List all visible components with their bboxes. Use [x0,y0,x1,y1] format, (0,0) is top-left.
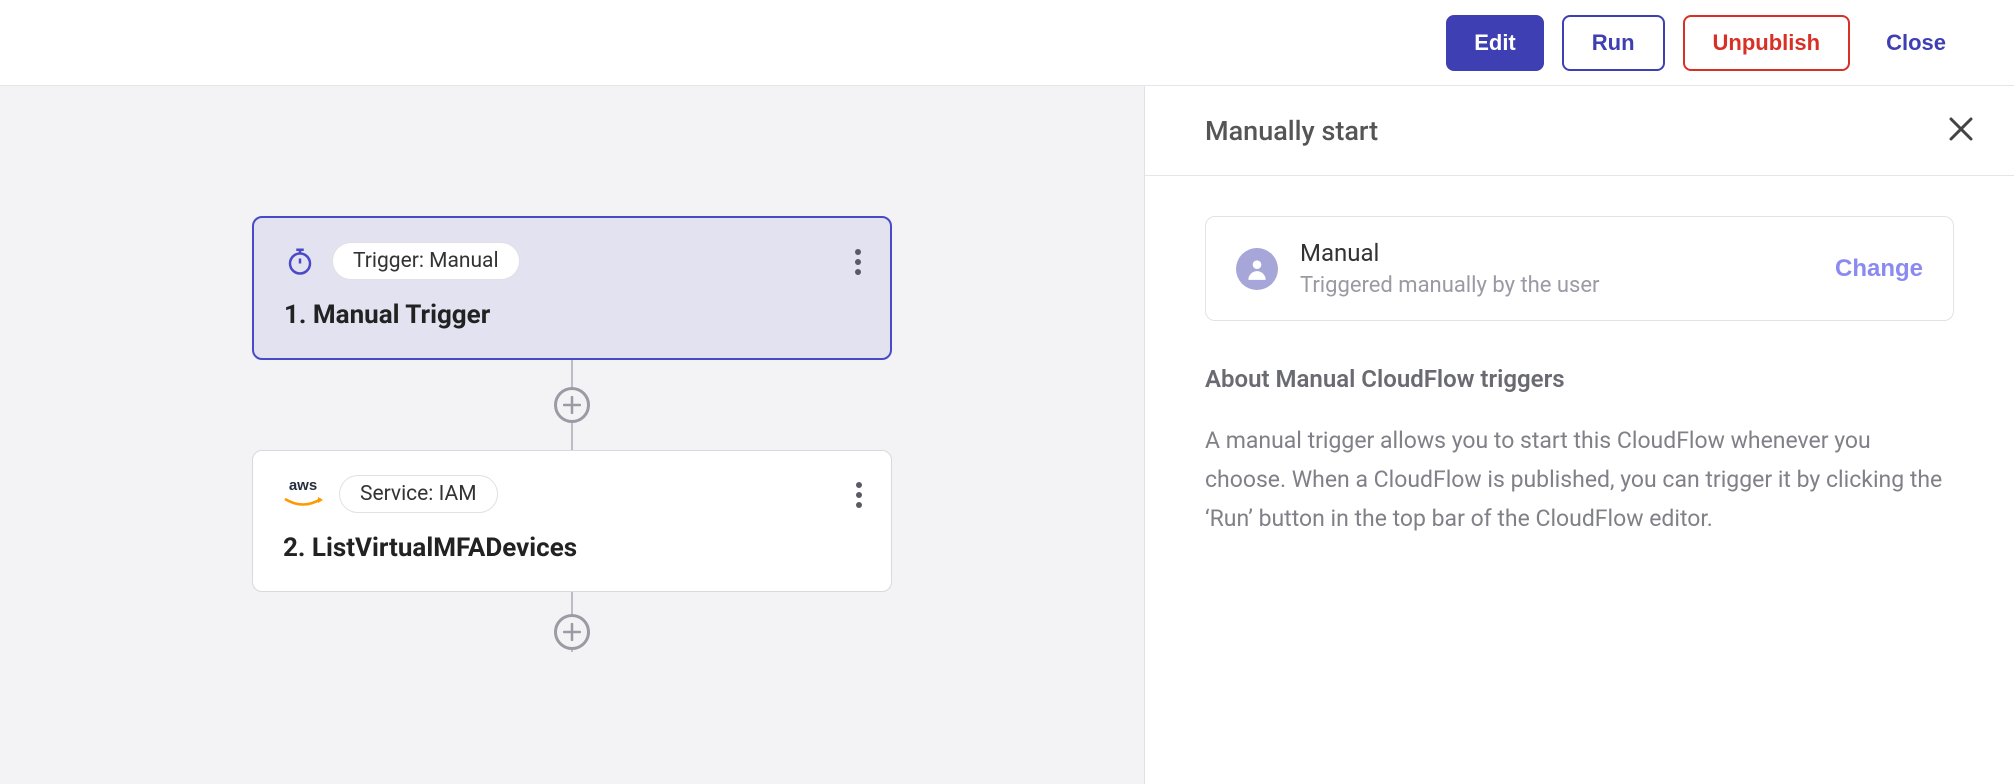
add-step-button[interactable] [554,387,590,423]
flow-canvas[interactable]: Trigger: Manual 1. Manual Trigger aws Se… [0,86,1144,784]
trigger-name: Manual [1300,239,1600,267]
node-header: aws Service: IAM [283,475,861,513]
panel-title: Manually start [1205,115,1378,147]
node-menu-button[interactable] [854,248,862,276]
connector [554,592,590,652]
main: Trigger: Manual 1. Manual Trigger aws Se… [0,86,2014,784]
user-icon [1236,248,1278,290]
trigger-card: Manual Triggered manually by the user Ch… [1205,216,1954,321]
node-menu-button[interactable] [855,481,863,509]
run-button[interactable]: Run [1562,15,1665,71]
node-header: Trigger: Manual [284,242,860,280]
node-title: 1. Manual Trigger [284,300,860,330]
change-button[interactable]: Change [1835,255,1923,283]
side-panel: Manually start Manual Triggered manually… [1144,86,2014,784]
edit-button[interactable]: Edit [1446,15,1544,71]
flow-node-manual-trigger[interactable]: Trigger: Manual 1. Manual Trigger [252,216,892,360]
flow-node-list-mfa-devices[interactable]: aws Service: IAM 2. ListVirtualMFADevice… [252,450,892,592]
panel-header: Manually start [1145,86,2014,176]
close-icon[interactable] [1948,111,1974,151]
node-title: 2. ListVirtualMFADevices [283,533,861,563]
trigger-info: Manual Triggered manually by the user [1236,239,1600,298]
close-button[interactable]: Close [1868,30,1964,56]
connector [554,360,590,450]
about-heading: About Manual CloudFlow triggers [1205,365,1954,393]
node-pill: Trigger: Manual [332,242,520,280]
add-step-button[interactable] [554,614,590,650]
aws-icon: aws [283,478,323,510]
stopwatch-icon [284,245,316,277]
node-pill: Service: IAM [339,475,498,513]
trigger-description: Triggered manually by the user [1300,273,1600,298]
topbar: Edit Run Unpublish Close [0,0,2014,86]
panel-body: Manual Triggered manually by the user Ch… [1145,176,2014,578]
about-text: A manual trigger allows you to start thi… [1205,421,1954,538]
unpublish-button[interactable]: Unpublish [1683,15,1851,71]
